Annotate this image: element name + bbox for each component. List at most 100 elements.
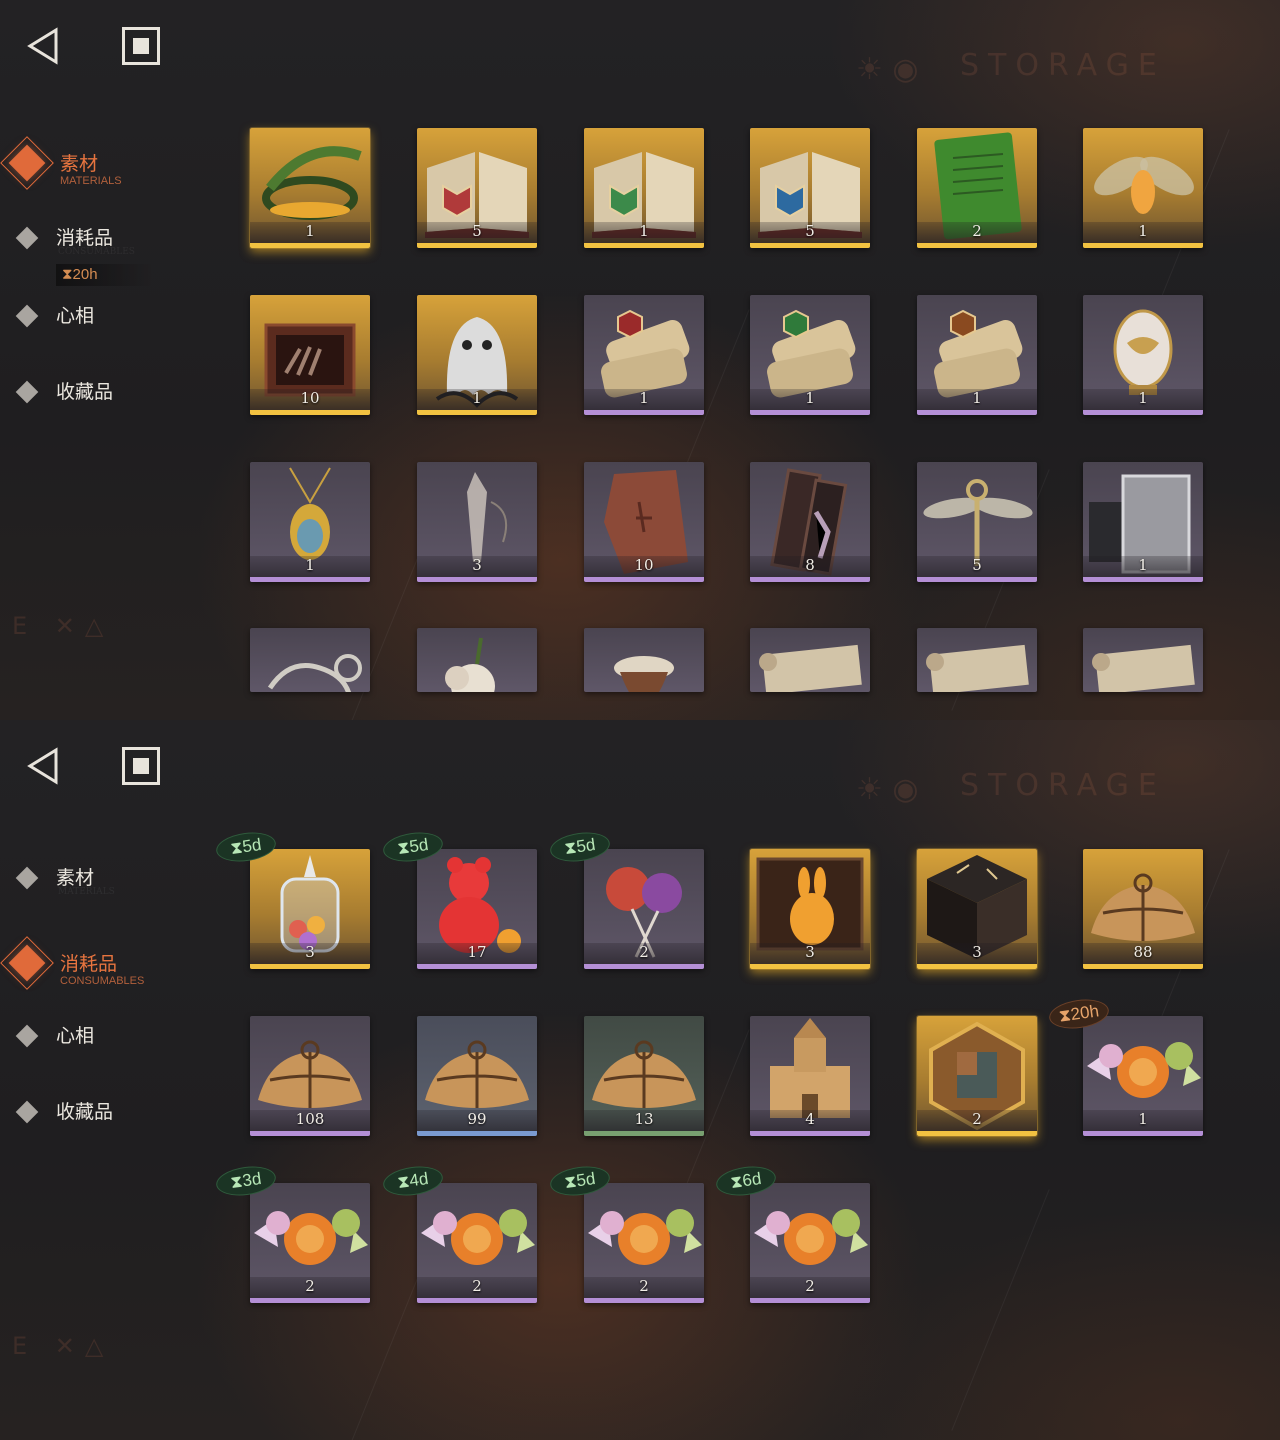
item-tile-parcel[interactable]: 13 bbox=[584, 1016, 704, 1136]
item-tile-red-tome[interactable]: 5 bbox=[417, 128, 537, 248]
watermark-sun-eye-icon: ☀ ◉ bbox=[856, 52, 919, 87]
item-tile-bone-skeleton[interactable] bbox=[250, 628, 370, 692]
item-tile-silver-ingot[interactable]: 1 bbox=[1083, 462, 1203, 582]
scroll-letter-icon bbox=[750, 628, 870, 692]
rarity-bar bbox=[584, 964, 704, 969]
item-tile-crystal-pendulum[interactable]: 3 bbox=[417, 462, 537, 582]
item-count: 3 bbox=[472, 556, 482, 574]
rarity-bar bbox=[250, 964, 370, 969]
rarity-bar bbox=[584, 1131, 704, 1136]
item-count: 5 bbox=[972, 556, 982, 574]
item-tile-amulet-necklace[interactable]: 1 bbox=[250, 462, 370, 582]
rarity-bar bbox=[917, 577, 1037, 582]
item-count: 1 bbox=[639, 389, 649, 407]
item-count: 2 bbox=[972, 222, 982, 240]
item-count: 1 bbox=[1138, 556, 1148, 574]
item-tile-green-scroll[interactable]: 1 bbox=[750, 295, 870, 415]
rarity-bar bbox=[250, 410, 370, 415]
sidebar-item-label: 收藏品 bbox=[56, 1101, 114, 1123]
item-tile-puzzle-hexagon[interactable]: 2 bbox=[917, 1016, 1037, 1136]
item-tile-crystal-case[interactable]: 8 bbox=[750, 462, 870, 582]
item-tile-candy-jar[interactable]: 3 bbox=[250, 849, 370, 969]
rarity-bar bbox=[750, 964, 870, 969]
sidebar-timer: ⧗20h bbox=[56, 264, 154, 286]
diamond-icon bbox=[15, 304, 39, 328]
item-count: 3 bbox=[972, 943, 982, 961]
rarity-bar bbox=[417, 1298, 537, 1303]
item-count: 10 bbox=[300, 389, 320, 407]
rarity-bar bbox=[584, 577, 704, 582]
sidebar-item-label: 心相 bbox=[56, 1025, 95, 1047]
item-tile-block-castle[interactable]: 4 bbox=[750, 1016, 870, 1136]
rarity-bar bbox=[917, 243, 1037, 248]
rarity-bar bbox=[417, 577, 537, 582]
flower-bloom-icon bbox=[417, 628, 537, 692]
sidebar-item-sublabel: MATERIALS bbox=[60, 175, 122, 187]
back-triangle-icon bbox=[27, 27, 58, 65]
item-tile-parcel[interactable]: 99 bbox=[417, 1016, 537, 1136]
sidebar-item-label: 素材 bbox=[56, 867, 95, 889]
item-count: 17 bbox=[467, 943, 487, 961]
item-tile-parcel[interactable]: 108 bbox=[250, 1016, 370, 1136]
sidebar-item-label: 消耗品 bbox=[60, 953, 118, 975]
sidebar-item-label: 收藏品 bbox=[56, 381, 114, 403]
item-tile-wrapped-candies[interactable]: 2 bbox=[417, 1183, 537, 1303]
item-count: 1 bbox=[639, 222, 649, 240]
item-count: 2 bbox=[305, 1277, 315, 1295]
rarity-bar bbox=[417, 243, 537, 248]
item-tile-winged-key[interactable]: 5 bbox=[917, 462, 1037, 582]
item-tile-house-scroll[interactable]: 1 bbox=[917, 295, 1037, 415]
corner-watermark: E ✕△ bbox=[12, 1332, 114, 1360]
item-tile-wrapped-candies[interactable]: 2 bbox=[750, 1183, 870, 1303]
item-tile-scroll-letter[interactable] bbox=[917, 628, 1037, 692]
sidebar-item-sublabel: CONSUMABLES bbox=[60, 975, 145, 987]
item-tile-golden-rabbit-box[interactable]: 3 bbox=[750, 849, 870, 969]
sidebar-item-sublabel: CONSUMABLES bbox=[58, 247, 135, 257]
rarity-bar bbox=[750, 577, 870, 582]
item-tile-scroll-letter[interactable] bbox=[750, 628, 870, 692]
item-tile-ghost-figure[interactable]: 1 bbox=[417, 295, 537, 415]
item-tile-wrapped-candies[interactable]: 2 bbox=[584, 1183, 704, 1303]
item-tile-green-tome[interactable]: 1 bbox=[584, 128, 704, 248]
item-tile-red-scroll[interactable]: 1 bbox=[584, 295, 704, 415]
back-button[interactable] bbox=[24, 746, 64, 786]
sidebar-item-label: 心相 bbox=[56, 305, 95, 327]
item-count: 1 bbox=[1138, 389, 1148, 407]
item-count: 8 bbox=[805, 556, 815, 574]
item-tile-wrapped-candies[interactable]: 1 bbox=[1083, 1016, 1203, 1136]
scroll-letter-icon bbox=[1083, 628, 1203, 692]
item-count: 2 bbox=[472, 1277, 482, 1295]
back-triangle-icon bbox=[27, 747, 58, 785]
diamond-icon bbox=[15, 226, 39, 250]
item-tile-parcel[interactable]: 88 bbox=[1083, 849, 1203, 969]
rarity-bar bbox=[917, 964, 1037, 969]
item-tile-claw-box[interactable]: 10 bbox=[250, 295, 370, 415]
item-tile-jeweled-egg[interactable]: 1 bbox=[1083, 295, 1203, 415]
item-tile-wrapped-candies[interactable]: 2 bbox=[250, 1183, 370, 1303]
item-count: 5 bbox=[472, 222, 482, 240]
item-tile-scroll-letter[interactable] bbox=[1083, 628, 1203, 692]
item-tile-flower-bloom[interactable] bbox=[417, 628, 537, 692]
item-tile-lollipops[interactable]: 2 bbox=[584, 849, 704, 969]
rarity-bar bbox=[250, 1298, 370, 1303]
item-tile-rune-cube[interactable]: 3 bbox=[917, 849, 1037, 969]
storage-screen-materials: ☀ ◉ STORAGE E ✕△ 素材 MATERIALS 消耗品 CONSUMABLES ⧗… bbox=[0, 0, 1280, 720]
item-tile-gummy-bear[interactable]: 17 bbox=[417, 849, 537, 969]
home-button[interactable] bbox=[122, 747, 160, 785]
item-tile-green-book[interactable]: 2 bbox=[917, 128, 1037, 248]
item-tile-glowing-moth[interactable]: 1 bbox=[1083, 128, 1203, 248]
back-button[interactable] bbox=[24, 26, 64, 66]
item-tile-stone-tablet[interactable]: 10 bbox=[584, 462, 704, 582]
item-count: 99 bbox=[467, 1110, 487, 1128]
item-count: 1 bbox=[805, 389, 815, 407]
rarity-bar bbox=[1083, 964, 1203, 969]
item-count: 1 bbox=[472, 389, 482, 407]
home-button[interactable] bbox=[122, 27, 160, 65]
rarity-bar bbox=[1083, 577, 1203, 582]
diamond-icon bbox=[15, 866, 39, 890]
item-tile-blue-tome[interactable]: 5 bbox=[750, 128, 870, 248]
item-tile-laurel-wreath[interactable]: 1 bbox=[250, 128, 370, 248]
rarity-bar bbox=[1083, 1131, 1203, 1136]
item-tile-masked-figure[interactable] bbox=[584, 628, 704, 692]
item-count: 10 bbox=[634, 556, 654, 574]
